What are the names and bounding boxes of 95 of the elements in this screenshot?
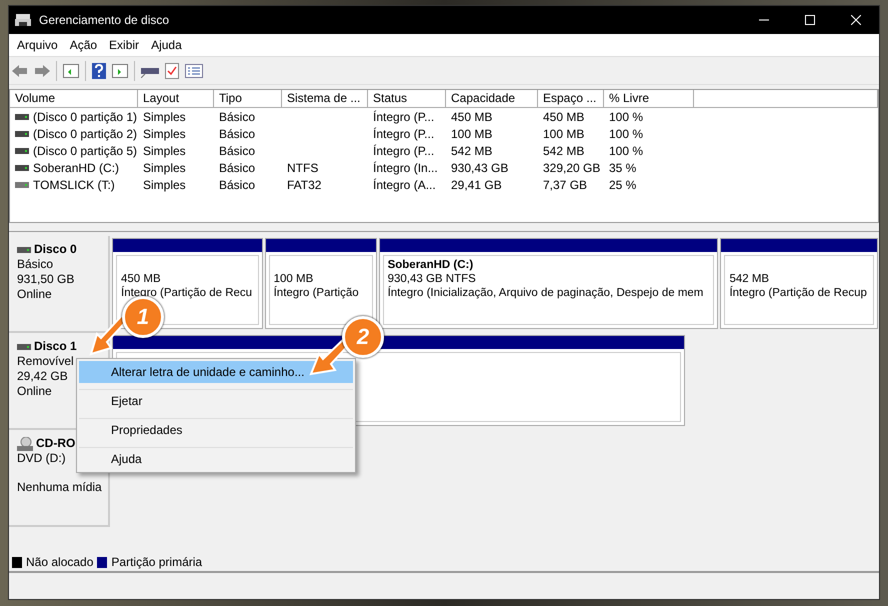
column-header[interactable]: Status <box>368 90 446 107</box>
table-cell-text: Íntegro (In... <box>372 160 439 174</box>
partition-size: 450 MB <box>121 272 162 286</box>
partition-size: 930,43 GB NTFS <box>388 272 477 286</box>
menu-item[interactable]: Exibir <box>103 38 146 52</box>
partition-size: 542 MB <box>729 272 770 286</box>
table-cell-text: 100 % <box>608 110 644 124</box>
column-header[interactable]: Capacidade <box>446 90 538 107</box>
table-cell-text: 29,41 GB <box>450 178 503 192</box>
disk-status: Online <box>17 384 53 399</box>
menu-item[interactable]: Arquivo <box>11 38 64 52</box>
table-cell-text: 35 % <box>608 160 638 174</box>
table-cell-text: 100 MB <box>542 126 586 140</box>
partition-block[interactable]: 100 MB Íntegro (Partição <box>264 238 377 329</box>
help-icon[interactable] <box>92 62 106 78</box>
table-cell: (Disco 0 partição 5) <box>33 144 138 158</box>
table-cell-text: 100 % <box>608 144 644 158</box>
menu-item[interactable]: Ação <box>64 38 104 52</box>
column-header[interactable]: Volume <box>10 90 138 107</box>
table-cell: TOMSLICK (T:) <box>33 178 115 192</box>
table-cell-text: 7,37 GB <box>542 178 588 192</box>
column-header[interactable]: Sistema de ... <box>282 90 368 107</box>
partition-block[interactable]: SoberanHD (C:) 930,43 GB NTFS Íntegro (Inicialização, Arquivo de paginação, Despejo de mem <box>378 238 718 329</box>
back-arrow-icon[interactable] <box>12 64 28 78</box>
drive-icon <box>15 182 29 188</box>
column-header[interactable]: Tipo <box>214 90 282 107</box>
legend-label: Partição primária <box>111 555 202 569</box>
table-cell-text: Básico <box>218 126 256 140</box>
forward-arrow-icon[interactable] <box>34 64 50 78</box>
context-menu-item[interactable]: Ajuda <box>79 447 353 470</box>
disk-status: Online <box>17 287 53 302</box>
table-cell-text: Íntegro (P... <box>372 126 436 140</box>
table-cell-text: Simples <box>142 160 187 174</box>
table-cell-text: Básico <box>218 178 256 192</box>
disk-management-icon <box>15 13 31 27</box>
partition-title: SoberanHD (C:) <box>388 258 474 272</box>
table-cell-text: FAT32 <box>286 178 322 192</box>
table-cell-text: Simples <box>142 144 187 158</box>
disk-size: 29,42 GB <box>17 369 69 384</box>
table-cell-text: 100 MB <box>450 126 494 140</box>
disk-info-panel[interactable]: Disco 0 Básico 931,50 GB Online <box>9 236 110 333</box>
table-cell-text: 450 MB <box>450 110 494 124</box>
table-cell: (Disco 0 partição 1) <box>33 110 138 124</box>
partition-size: 100 MB <box>274 272 314 286</box>
disk-status: Nenhuma mídia <box>17 480 103 495</box>
table-cell: (Disco 0 partição 2) <box>33 126 138 140</box>
table-cell-text: 542 MB <box>542 144 586 158</box>
drive-icon <box>17 344 31 350</box>
drive-icon <box>15 114 29 120</box>
partition-status: Íntegro (Partição <box>274 286 360 300</box>
disk-type: Básico <box>17 257 54 272</box>
table-cell-text: 25 % <box>608 178 638 192</box>
context-menu-item[interactable]: Propriedades <box>79 418 353 441</box>
table-cell: SoberanHD (C:) <box>33 160 120 174</box>
disk-size: 931,50 GB <box>17 272 76 287</box>
column-header[interactable]: Layout <box>138 90 214 107</box>
table-cell-text: Íntegro (P... <box>372 110 436 124</box>
partition-block[interactable]: 542 MB Íntegro (Partição de Recup <box>720 238 878 329</box>
drive-icon <box>15 148 29 154</box>
legend-label: Não alocado <box>26 555 94 569</box>
partition-status: Íntegro (Partição de Recup <box>729 286 868 300</box>
table-cell-text: 450 MB <box>542 110 586 124</box>
drive-icon <box>17 246 31 252</box>
table-cell-text: 930,43 GB <box>450 160 510 174</box>
column-header[interactable]: % Livre <box>604 90 694 107</box>
disk-type: Removível <box>17 354 75 369</box>
table-cell-text: Simples <box>142 178 187 192</box>
partition-status: Íntegro (Inicialização, Arquivo de paginação, Despejo de mem <box>388 286 704 300</box>
cd-drive-icon <box>17 436 33 450</box>
column-header[interactable]: Espaço ... <box>538 90 604 107</box>
panel-icon[interactable] <box>112 64 128 78</box>
window-title: Gerenciamento de disco <box>39 13 170 27</box>
table-cell-text: Básico <box>218 144 256 158</box>
table-cell-text: 542 MB <box>450 144 494 158</box>
drive-icon <box>15 130 29 136</box>
checklist-icon[interactable] <box>165 62 179 78</box>
table-cell-text: Simples <box>142 110 187 124</box>
table-cell-text: Íntegro (P... <box>372 144 436 158</box>
disk-type: DVD (D:) <box>17 451 67 466</box>
drive-icon <box>15 164 29 170</box>
table-cell-text: Íntegro (A... <box>372 178 437 192</box>
table-cell-text: 100 % <box>608 126 644 140</box>
table-cell-text: 329,20 GB <box>542 160 602 174</box>
context-menu-item[interactable]: Alterar letra de unidade e caminho... <box>79 361 353 383</box>
table-cell-text: Básico <box>218 110 256 124</box>
table-cell-text: Simples <box>142 126 187 140</box>
table-cell-text: Básico <box>218 160 256 174</box>
context-menu-item[interactable]: Ejetar <box>79 389 353 412</box>
list-icon[interactable] <box>185 64 203 78</box>
close-icon <box>851 15 861 25</box>
maximize-icon <box>805 15 815 25</box>
panel-icon[interactable] <box>63 64 79 78</box>
table-cell-text: NTFS <box>286 160 320 174</box>
disk-name: Disco 0 <box>17 242 108 257</box>
menu-item[interactable]: Ajuda <box>145 38 188 52</box>
